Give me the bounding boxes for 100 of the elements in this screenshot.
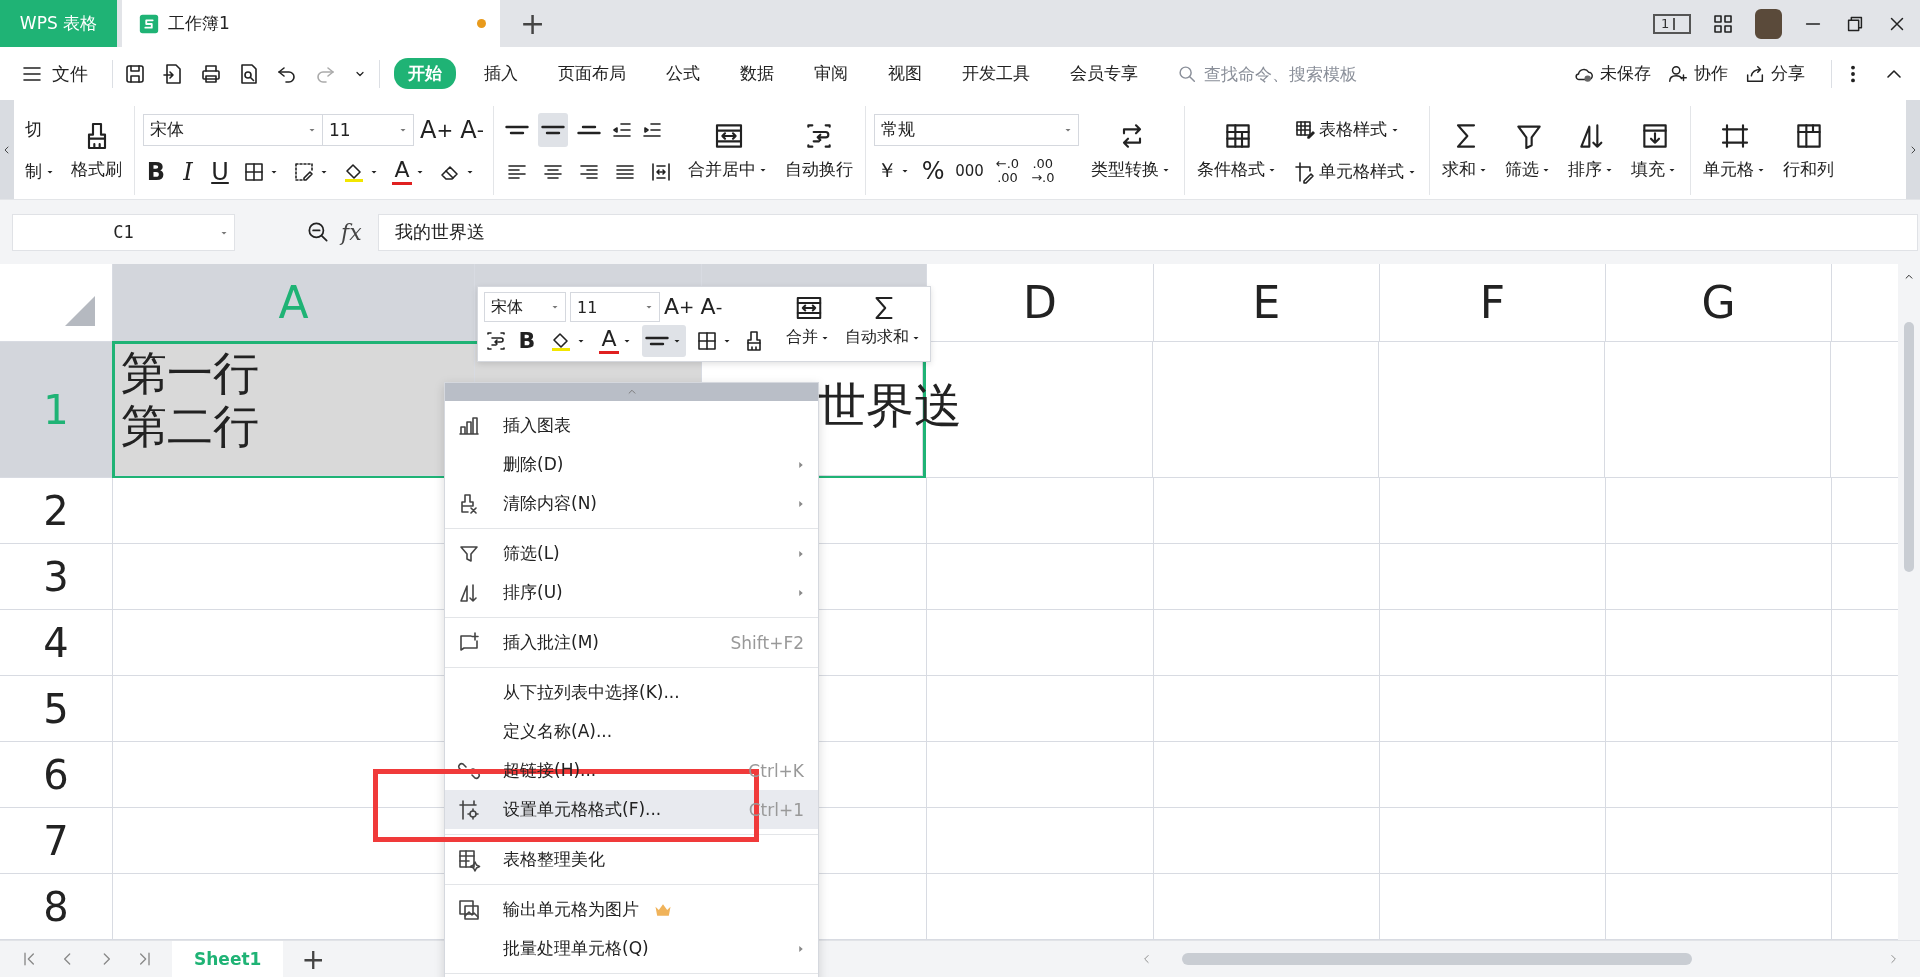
- thousands-button[interactable]: 000: [952, 153, 987, 188]
- font-name-select[interactable]: 宋体: [484, 292, 566, 322]
- currency-button[interactable]: ￥: [874, 153, 915, 188]
- cut-button[interactable]: 切: [22, 112, 59, 147]
- font-name-select[interactable]: 宋体: [143, 113, 323, 146]
- table-sparkle-icon: [457, 847, 481, 872]
- menu-item-label: 筛选(L): [503, 542, 560, 565]
- row-header[interactable]: 2: [0, 478, 113, 544]
- number-format-select[interactable]: 常规: [874, 113, 1080, 146]
- save-status-button[interactable]: 未保存: [1573, 62, 1651, 85]
- format-painter-button[interactable]: 格式刷: [67, 118, 126, 183]
- sort-button[interactable]: 排序: [1564, 118, 1620, 183]
- menu-item-label: 清除内容(N): [503, 492, 597, 515]
- align-button[interactable]: [642, 325, 686, 357]
- merge-button[interactable]: 合并: [782, 291, 835, 357]
- font-size-select[interactable]: 11: [322, 113, 414, 146]
- align-bottom-icon: [577, 123, 602, 136]
- borders-icon: [695, 329, 719, 353]
- avatar[interactable]: [1755, 8, 1782, 39]
- cell-text: 第二行: [121, 400, 259, 454]
- column-header[interactable]: E: [1154, 264, 1380, 342]
- new-tab-button[interactable]: +: [520, 8, 546, 39]
- menu-item-label: 输出单元格为图片: [503, 898, 639, 921]
- filter-button[interactable]: 筛选: [1501, 118, 1557, 183]
- ribbon-tab[interactable]: 插入: [484, 58, 518, 89]
- decrease-decimal-button[interactable]: .00 →.0: [1028, 156, 1058, 185]
- name-box[interactable]: C1: [12, 213, 235, 251]
- cell-style-button[interactable]: 单元格样式: [1290, 154, 1422, 189]
- ribbon-tab[interactable]: 会员专享: [1070, 58, 1138, 89]
- align-middle-icon: [645, 335, 669, 347]
- percent-button[interactable]: %: [920, 153, 947, 188]
- menu-item-label: 批量处理单元格(Q): [503, 937, 649, 960]
- row-header[interactable]: 4: [0, 610, 113, 676]
- merge-center-button[interactable]: 合并居中: [684, 118, 774, 183]
- share-button[interactable]: 分享: [1744, 62, 1805, 85]
- menu-item[interactable]: 排序(U): [445, 573, 818, 612]
- increase-decimal-button[interactable]: ←.0 .00: [992, 156, 1023, 185]
- menu-item-label: 定义名称(A)...: [503, 720, 613, 743]
- menu-item-label: 删除(D): [503, 453, 564, 476]
- conditional-format-button[interactable]: 条件格式: [1193, 118, 1283, 183]
- collaborate-button[interactable]: 协作: [1667, 62, 1728, 85]
- column-header[interactable]: F: [1380, 264, 1606, 342]
- menu-item[interactable]: 插入图表: [445, 406, 818, 445]
- bold-button[interactable]: B: [143, 154, 169, 189]
- menu-item-label: 设置单元格格式(F)...: [503, 798, 662, 821]
- sum-button[interactable]: 求和: [1438, 118, 1494, 183]
- menu-item[interactable]: 表格整理美化: [445, 840, 818, 879]
- fill-button[interactable]: 填充: [1627, 118, 1683, 183]
- menu-item-label: 从下拉列表中选择(K)...: [503, 681, 680, 704]
- menu-item[interactable]: 插入批注(M) Shift+F2: [445, 623, 818, 662]
- ribbon-tab[interactable]: 视图: [888, 58, 922, 89]
- menu-item[interactable]: 定义名称(A)...: [445, 712, 818, 751]
- font-size-select[interactable]: 11: [570, 292, 660, 322]
- align-middle-icon: [541, 123, 566, 136]
- row-header[interactable]: 5: [0, 676, 113, 742]
- wrap-text-icon[interactable]: [484, 329, 508, 353]
- menu-item[interactable]: 清除内容(N): [445, 484, 818, 523]
- italic-button[interactable]: I: [175, 154, 201, 189]
- wrap-text-button[interactable]: 自动换行: [781, 118, 858, 183]
- row-header[interactable]: 8: [0, 874, 113, 940]
- function-label[interactable]: fx: [341, 219, 362, 245]
- font-color-button[interactable]: A: [596, 325, 636, 357]
- field-value: 常规: [881, 118, 916, 141]
- ribbon-tab[interactable]: 数据: [740, 58, 774, 89]
- menu-item[interactable]: 删除(D): [445, 445, 818, 484]
- bold-button[interactable]: B: [514, 325, 540, 357]
- document-tab[interactable]: 工作簿1: [122, 0, 500, 47]
- table-style-button[interactable]: 表格样式: [1290, 112, 1422, 147]
- column-header[interactable]: G: [1606, 264, 1832, 342]
- font-color-button[interactable]: A: [389, 154, 429, 189]
- add-sheet-button[interactable]: +: [301, 942, 325, 976]
- scrollbar-thumb[interactable]: [1904, 322, 1914, 572]
- window-count-button[interactable]: 1: [1653, 13, 1691, 34]
- menu-item[interactable]: 从下拉列表中选择(K)...: [445, 673, 818, 712]
- align-top-icon: [505, 123, 530, 136]
- rows-columns-button[interactable]: 行和列: [1779, 118, 1839, 183]
- row-header[interactable]: 3: [0, 544, 113, 610]
- formula-field[interactable]: 我的世界送: [377, 213, 1918, 251]
- ribbon-tab[interactable]: 公式: [666, 58, 700, 89]
- file-menu-button[interactable]: 文件: [20, 61, 88, 86]
- field-value: 11: [577, 297, 598, 317]
- menu-item[interactable]: 筛选(L): [445, 534, 818, 573]
- menu-item[interactable]: 输出单元格为图片: [445, 890, 818, 929]
- ribbon-tab[interactable]: 开发工具: [962, 58, 1030, 89]
- type-convert-button[interactable]: 类型转换: [1087, 118, 1177, 183]
- ribbon-tab[interactable]: 页面布局: [558, 58, 626, 89]
- cell-reference: C1: [113, 222, 134, 242]
- search-field[interactable]: 查找命令、搜索模板: [1176, 62, 1436, 85]
- window-count: 1: [1661, 16, 1670, 31]
- underline-button[interactable]: U: [207, 154, 233, 189]
- autosum-button[interactable]: 自动求和: [841, 291, 926, 357]
- ribbon-tab[interactable]: 审阅: [814, 58, 848, 89]
- cell-button[interactable]: 单元格: [1699, 118, 1772, 183]
- menu-item-label: 表格整理美化: [503, 848, 605, 871]
- scrollbar-thumb[interactable]: [1182, 953, 1692, 965]
- copy-button[interactable]: 制: [22, 154, 59, 189]
- row-header[interactable]: 7: [0, 808, 113, 874]
- menu-item[interactable]: 批量处理单元格(Q): [445, 929, 818, 968]
- row-header[interactable]: 6: [0, 742, 113, 808]
- vertical-align-button[interactable]: [538, 112, 569, 147]
